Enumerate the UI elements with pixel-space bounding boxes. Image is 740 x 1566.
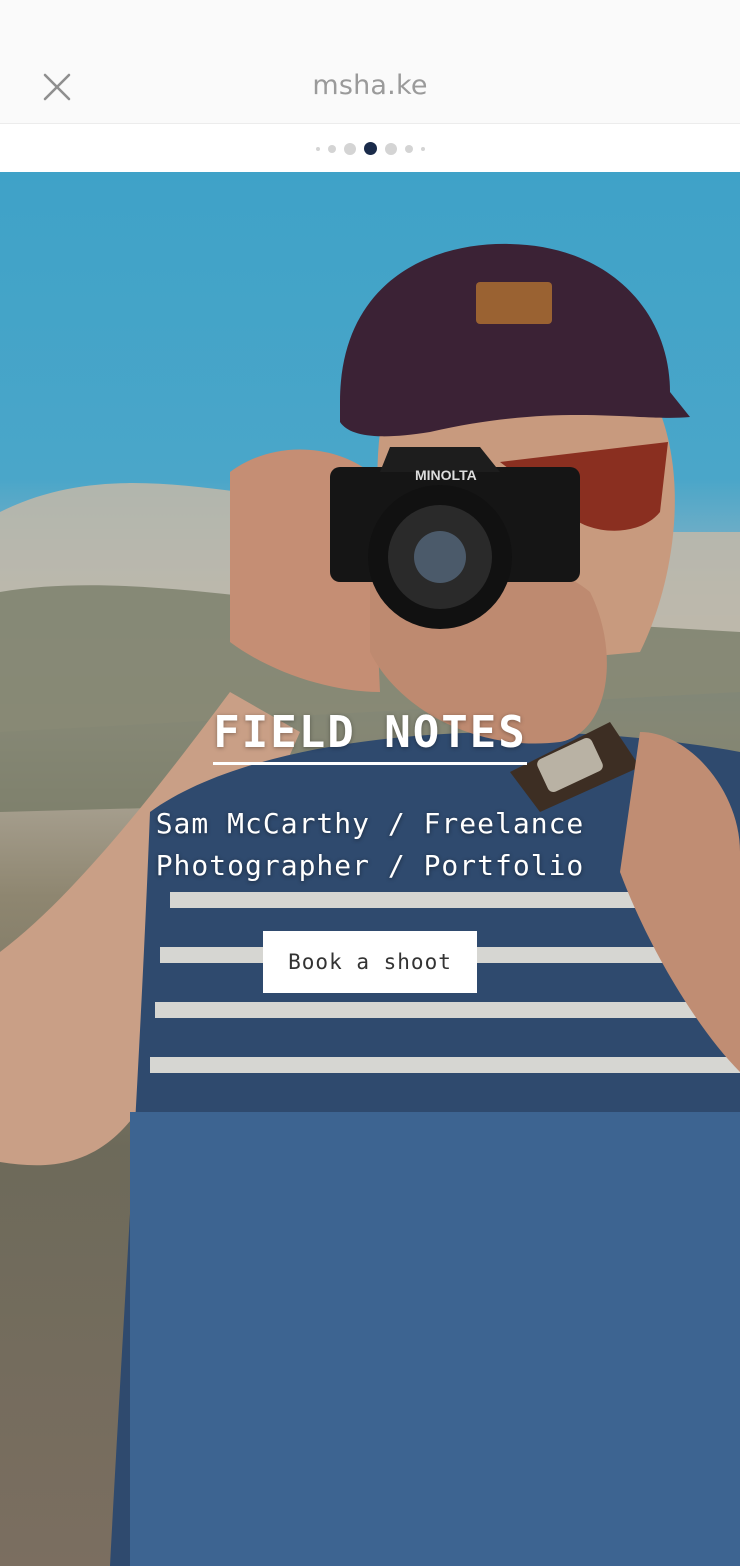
hero-content: FIELD NOTES Sam McCarthy / Freelance Pho… [0, 707, 740, 993]
page-dot-3[interactable] [343, 142, 356, 155]
hero-title: FIELD NOTES [213, 707, 527, 765]
page-indicator [0, 125, 740, 172]
page-dot-2[interactable] [327, 144, 336, 153]
page-dot-1[interactable] [315, 146, 320, 151]
book-a-shoot-button[interactable]: Book a shoot [263, 931, 477, 993]
page-dot-7[interactable] [420, 146, 425, 151]
page-dot-6[interactable] [404, 144, 413, 153]
hero-section: MINOLTA FIELD NOTES Sam McCarthy / Freel… [0, 172, 740, 1566]
top-bar: msha.ke [0, 0, 740, 124]
hero-subtitle: Sam McCarthy / Freelance Photographer / … [155, 807, 585, 882]
svg-text:MINOLTA: MINOLTA [415, 467, 477, 483]
page-dot-5[interactable] [384, 142, 397, 155]
page-dot-4-active[interactable] [363, 142, 377, 155]
site-title: msha.ke [312, 70, 428, 101]
